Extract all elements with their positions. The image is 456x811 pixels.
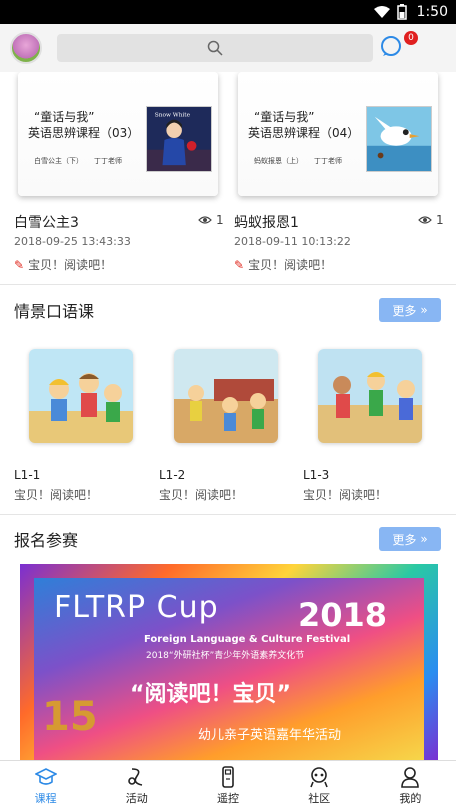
tab-courses[interactable]: 课程 (0, 761, 91, 811)
divider (0, 514, 456, 515)
course-slogan: ✎ 宝贝！阅读吧！ (14, 256, 112, 273)
search-icon (207, 40, 223, 56)
tab-remote[interactable]: 遥控 (182, 761, 273, 811)
banner-festival-cn: 2018“外研社杯”青少年外语素养文化节 (146, 651, 305, 661)
message-icon[interactable] (380, 35, 402, 57)
community-icon (310, 767, 328, 788)
lesson-image-3[interactable] (318, 349, 422, 443)
more-button-contest[interactable]: 更多 » (379, 527, 441, 551)
remote-icon (222, 766, 234, 788)
card-title-line1: “童话与我” (34, 110, 95, 124)
course-date: 2018-09-25 13:43:33 (14, 235, 131, 248)
lesson-code[interactable]: L1-3 (303, 468, 329, 482)
banner-year: 2018 (298, 596, 388, 634)
content-scroll[interactable]: “童话与我” 英语思辨课程（03） 白雪公主（下） 丁丁老师 Snow Whit… (0, 72, 456, 760)
lesson-slogan: 宝贝！阅读吧！ (159, 488, 244, 502)
section-title-contest: 报名参赛 (14, 531, 79, 550)
clock: 1:50 (416, 4, 448, 20)
tab-label: 活动 (125, 792, 148, 805)
banner-number: 15 (42, 694, 98, 740)
tab-label: 遥控 (217, 792, 239, 805)
banner-subtitle: 幼儿亲子英语嘉年华活动 (198, 728, 342, 743)
lesson-slogan: 宝贝！阅读吧！ (303, 488, 388, 502)
more-label: 更多 (392, 303, 417, 318)
battery-icon (396, 4, 407, 20)
eye-icon (198, 216, 212, 224)
section-title-oral: 情景口语课 (14, 302, 95, 321)
pencil-icon: ✎ (234, 257, 245, 272)
more-button-oral[interactable]: 更多 » (379, 298, 441, 322)
view-count-value: 1 (216, 213, 224, 227)
activity-icon (127, 768, 142, 786)
tab-me[interactable]: 我的 (365, 761, 456, 811)
status-bar: 1:50 (0, 0, 456, 24)
card-title-line2: 英语思辨课程（03） (28, 126, 140, 140)
app-header: 0 (0, 24, 456, 72)
slogan-text: 宝贝！阅读吧！ (248, 258, 333, 272)
card-subtitle: 白雪公主（下） (34, 157, 83, 165)
tab-activity[interactable]: 活动 (91, 761, 182, 811)
card-title-line1: “童话与我” (254, 110, 315, 124)
card-teacher: 丁丁老师 (314, 157, 342, 165)
lesson-image-1[interactable] (29, 349, 133, 443)
slogan-text: 宝贝！阅读吧！ (28, 258, 113, 272)
card-teacher: 丁丁老师 (94, 157, 122, 165)
lesson-slogan: 宝贝！阅读吧！ (14, 488, 99, 502)
bottom-tab-bar: 课程 活动 遥控 社区 我的 (0, 760, 456, 811)
card-title-line2: 英语思辨课程（04） (248, 126, 360, 140)
course-slogan: ✎ 宝贝！阅读吧！ (234, 256, 332, 273)
lesson-code[interactable]: L1-1 (14, 468, 40, 482)
banner-slogan: “阅读吧！宝贝” (130, 682, 291, 707)
tab-label: 我的 (399, 792, 422, 805)
tab-label: 社区 (308, 792, 331, 805)
hat-icon (34, 768, 57, 785)
lesson-image-2[interactable] (174, 349, 278, 443)
contest-banner[interactable]: FLTRP Cup 2018 Foreign Language & Cultur… (20, 564, 438, 760)
tab-label: 课程 (34, 792, 57, 805)
double-chevron-icon: » (420, 303, 428, 317)
more-label: 更多 (392, 532, 417, 547)
message-badge: 0 (404, 31, 418, 45)
svg-text:Snow White: Snow White (155, 113, 191, 119)
card-subtitle: 蚂蚁报恩（上） (254, 157, 303, 165)
eye-icon (418, 216, 432, 224)
view-count: 1 (418, 213, 444, 227)
tab-community[interactable]: 社区 (274, 761, 365, 811)
banner-title: FLTRP Cup (54, 590, 219, 625)
view-count: 1 (198, 213, 224, 227)
course-card-2[interactable]: “童话与我” 英语思辨课程（04） 蚂蚁报恩（上） 丁丁老师 (238, 72, 438, 196)
banner-festival: Foreign Language & Culture Festival (144, 634, 351, 645)
divider (0, 284, 456, 285)
ant-bird-image (366, 106, 432, 172)
avatar[interactable] (10, 32, 42, 64)
course-card-1[interactable]: “童话与我” 英语思辨课程（03） 白雪公主（下） 丁丁老师 Snow Whit… (18, 72, 218, 196)
search-bar[interactable] (57, 34, 373, 62)
lesson-code[interactable]: L1-2 (159, 468, 185, 482)
pencil-icon: ✎ (14, 257, 25, 272)
course-date: 2018-09-11 10:13:22 (234, 235, 351, 248)
snow-white-image: Snow White (146, 106, 212, 172)
double-chevron-icon: » (420, 532, 428, 546)
course-name[interactable]: 白雪公主3 (14, 212, 79, 232)
course-name[interactable]: 蚂蚁报恩1 (234, 212, 299, 232)
user-icon (401, 767, 420, 788)
view-count-value: 1 (436, 213, 444, 227)
wifi-icon (373, 6, 390, 18)
